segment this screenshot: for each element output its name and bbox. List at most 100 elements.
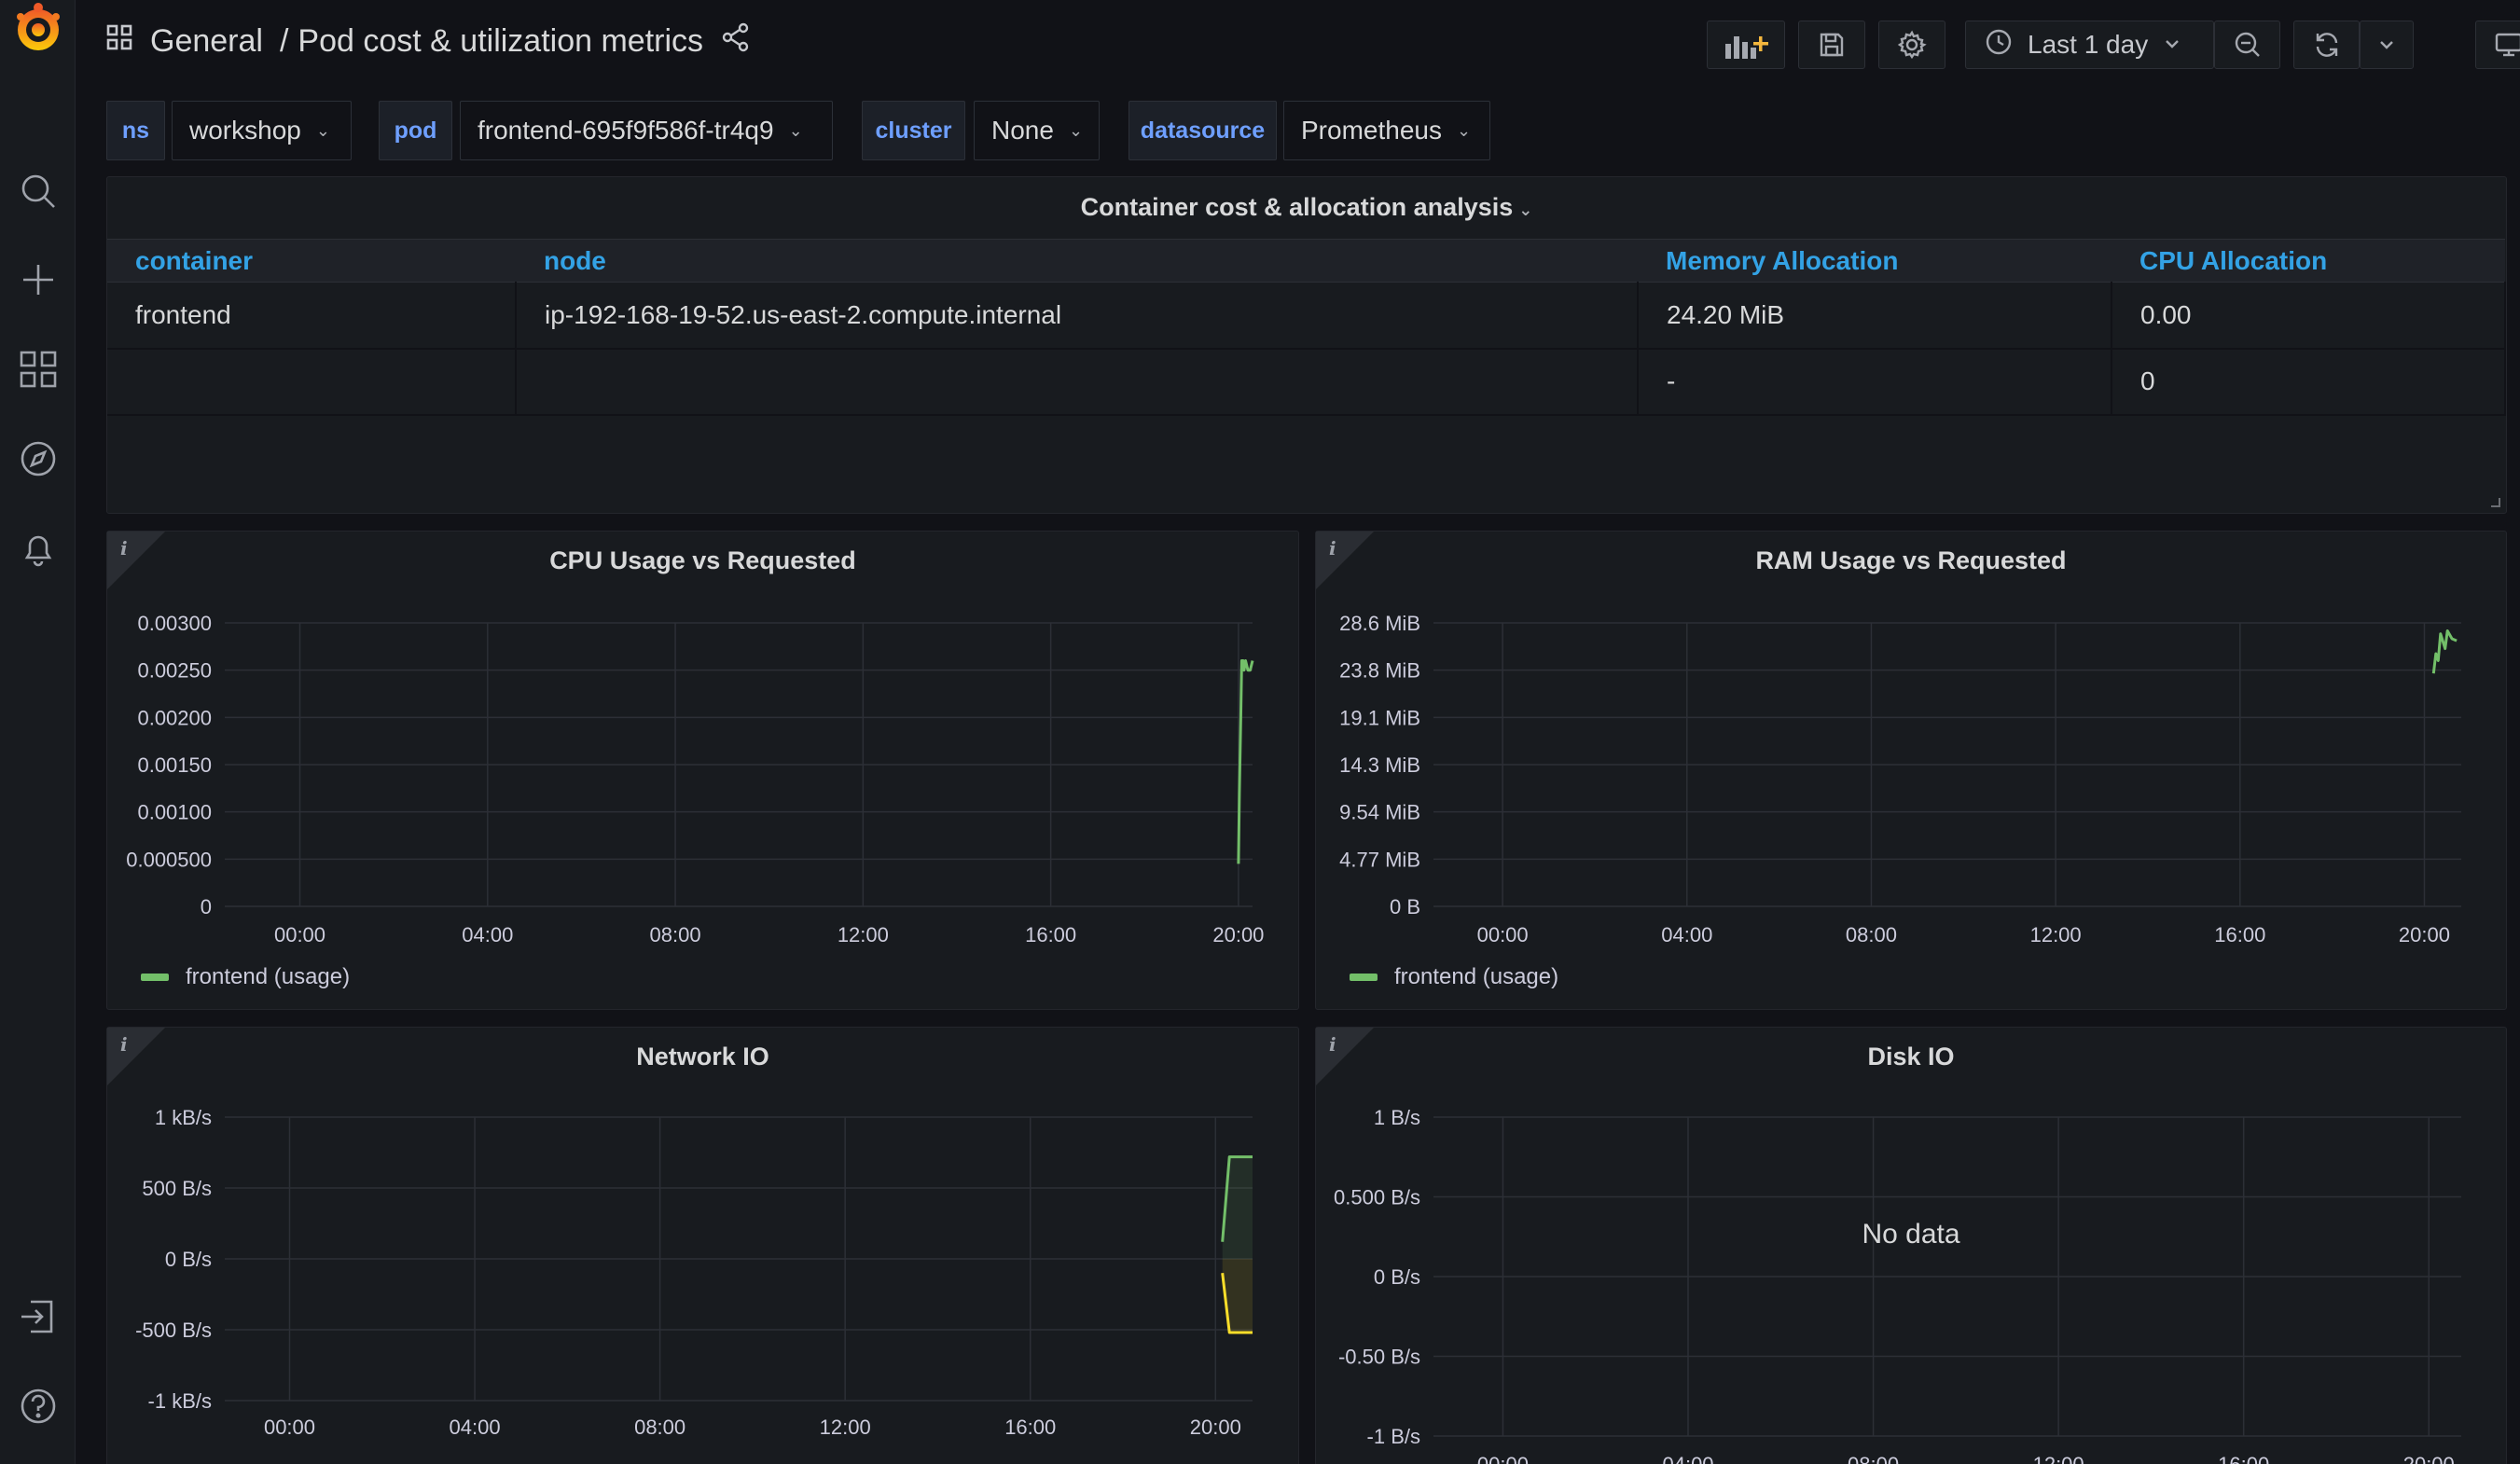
alerting-bell-icon[interactable] (0, 520, 76, 576)
variable-value-ns: workshop (189, 116, 301, 145)
y-tick-label: 23.8 MiB (1339, 659, 1420, 683)
no-data-message: No data (1862, 1219, 1960, 1250)
table-cell: frontend (107, 282, 517, 350)
variable-select-ns[interactable]: workshop ⌄ (172, 101, 352, 160)
x-tick-label: 20:00 (2399, 923, 2450, 946)
column-header-node[interactable]: node (516, 239, 1638, 283)
ram-usage-chart: 28.6 MiB 23.8 MiB 19.1 MiB 14.3 MiB 9.54 MiB… (1339, 612, 2461, 946)
x-tick-label: 00:00 (1477, 923, 1529, 946)
breadcrumb-folder[interactable]: General (150, 23, 263, 60)
chevron-down-icon: ⌄ (315, 120, 330, 140)
table-row: frontend ip-192-168-19-52.us-east-2.comp… (107, 282, 2506, 350)
grafana-logo-icon[interactable] (0, 0, 76, 56)
variable-label-datasource: datasource (1128, 101, 1277, 160)
explore-compass-icon[interactable] (0, 431, 76, 487)
column-header-cpu-allocation[interactable]: CPU Allocation (2112, 239, 2505, 283)
network-io-chart: 1 kB/s 500 B/s 0 B/s -500 B/s -1 kB/s 00:00 04… (135, 1106, 1253, 1439)
y-tick-label: 0.00200 (137, 706, 212, 729)
variable-value-pod: frontend-695f9f586f-tr4q9 (478, 116, 774, 145)
variable-select-cluster[interactable]: None ⌄ (974, 101, 1100, 160)
sidebar (0, 0, 76, 1464)
chart-legend: frontend (usage) (1350, 964, 1558, 990)
network-io-panel: i Network IO 1 kB/s 500 B/s 0 B/s -500 B/s -… (106, 1027, 1299, 1464)
dashboards-icon[interactable] (0, 341, 76, 397)
cpu-usage-panel: i CPU Usage vs Requested 0.00300 0.00250 0… (106, 531, 1299, 1010)
create-plus-icon[interactable] (0, 252, 76, 308)
zoom-out-button[interactable] (2214, 21, 2280, 69)
x-tick-label: 08:00 (650, 923, 701, 946)
y-tick-label: -1 B/s (1367, 1425, 1420, 1448)
y-tick-label: 1 kB/s (155, 1106, 212, 1129)
dashboard-settings-button[interactable] (1878, 21, 1945, 69)
x-tick-label: 00:00 (264, 1416, 315, 1439)
time-range-picker[interactable]: Last 1 day (1965, 21, 2214, 69)
x-tick-label: 16:00 (1025, 923, 1076, 946)
x-tick-label: 16:00 (2218, 1453, 2269, 1464)
x-tick-label: 12:00 (2033, 1453, 2084, 1464)
panel-resize-handle[interactable] (2491, 498, 2500, 507)
panel-title[interactable]: Container cost & allocation analysis ⌄ (107, 193, 2506, 222)
cpu-usage-chart: 0.00300 0.00250 0.00200 0.00150 0.00100 0.000… (126, 612, 1264, 946)
x-tick-label: 12:00 (2030, 923, 2082, 946)
share-icon[interactable] (720, 21, 752, 62)
variable-label-pod: pod (379, 101, 452, 160)
sign-out-icon[interactable] (0, 1289, 76, 1345)
clock-icon (1985, 28, 2013, 62)
help-icon[interactable] (0, 1378, 76, 1434)
panel-title[interactable]: Network IO (107, 1043, 1298, 1071)
variable-label-ns: ns (106, 101, 165, 160)
y-tick-label: -0.50 B/s (1338, 1346, 1420, 1369)
y-tick-label: 0 B/s (165, 1248, 212, 1271)
x-tick-label: 16:00 (2214, 923, 2265, 946)
table-cell: 24.20 MiB (1638, 282, 2112, 350)
x-tick-label: 08:00 (1846, 923, 1897, 946)
variable-value-datasource: Prometheus (1301, 116, 1442, 145)
x-tick-label: 12:00 (820, 1416, 871, 1439)
table-row: - 0 (107, 348, 2506, 416)
x-tick-label: 12:00 (838, 923, 889, 946)
variable-select-pod[interactable]: frontend-695f9f586f-tr4q9 ⌄ (460, 101, 833, 160)
chart-legend: frontend (usage) (141, 964, 350, 990)
x-tick-label: 00:00 (274, 923, 325, 946)
y-tick-label: 0 (201, 895, 212, 918)
legend-item[interactable]: frontend (usage) (186, 964, 350, 990)
table-cell (516, 348, 1639, 416)
y-tick-label: 14.3 MiB (1339, 753, 1420, 777)
panel-title[interactable]: CPU Usage vs Requested (107, 546, 1298, 575)
refresh-interval-dropdown[interactable] (2360, 21, 2414, 69)
legend-swatch (1350, 974, 1378, 981)
x-tick-label: 20:00 (1212, 923, 1264, 946)
search-icon[interactable] (0, 163, 76, 219)
legend-item[interactable]: frontend (usage) (1394, 964, 1558, 990)
y-tick-label: 500 B/s (142, 1177, 212, 1200)
panel-title[interactable]: RAM Usage vs Requested (1316, 546, 2506, 575)
x-tick-label: 20:00 (1190, 1416, 1241, 1439)
y-tick-label: 4.77 MiB (1339, 848, 1420, 871)
column-header-memory-allocation[interactable]: Memory Allocation (1638, 239, 2112, 283)
panel-title[interactable]: Disk IO (1316, 1043, 2506, 1071)
y-tick-label: -1 kB/s (148, 1389, 212, 1413)
table-cell: 0.00 (2112, 282, 2506, 350)
disk-io-panel: i Disk IO 1 B/s 0.500 B/s 0 B/s -0.50 B/s -1… (1315, 1027, 2507, 1464)
cycle-view-mode-button[interactable] (2475, 21, 2520, 69)
column-header-container[interactable]: container (107, 239, 516, 283)
chevron-down-icon (2163, 30, 2181, 60)
series-line-0[interactable] (2431, 629, 2458, 674)
y-tick-label: 9.54 MiB (1339, 801, 1420, 824)
add-panel-button[interactable] (1707, 21, 1785, 69)
chevron-down-icon: ⌄ (788, 120, 803, 140)
dashboard-grid-icon (105, 23, 133, 60)
y-tick-label: 0.500 B/s (1334, 1186, 1420, 1209)
y-tick-label: -500 B/s (135, 1319, 212, 1342)
refresh-button[interactable] (2293, 21, 2360, 69)
series-line-0[interactable] (1237, 659, 1254, 864)
time-range-label: Last 1 day (2028, 30, 2149, 59)
breadcrumb-separator: / (279, 22, 289, 59)
x-tick-label: 20:00 (2403, 1453, 2455, 1464)
variable-value-cluster: None (991, 116, 1054, 145)
variable-select-datasource[interactable]: Prometheus ⌄ (1283, 101, 1490, 160)
y-tick-label: 1 B/s (1374, 1106, 1420, 1129)
dashboard-title[interactable]: Pod cost & utilization metrics (298, 23, 703, 60)
x-tick-label: 00:00 (1477, 1453, 1529, 1464)
save-dashboard-button[interactable] (1798, 21, 1865, 69)
